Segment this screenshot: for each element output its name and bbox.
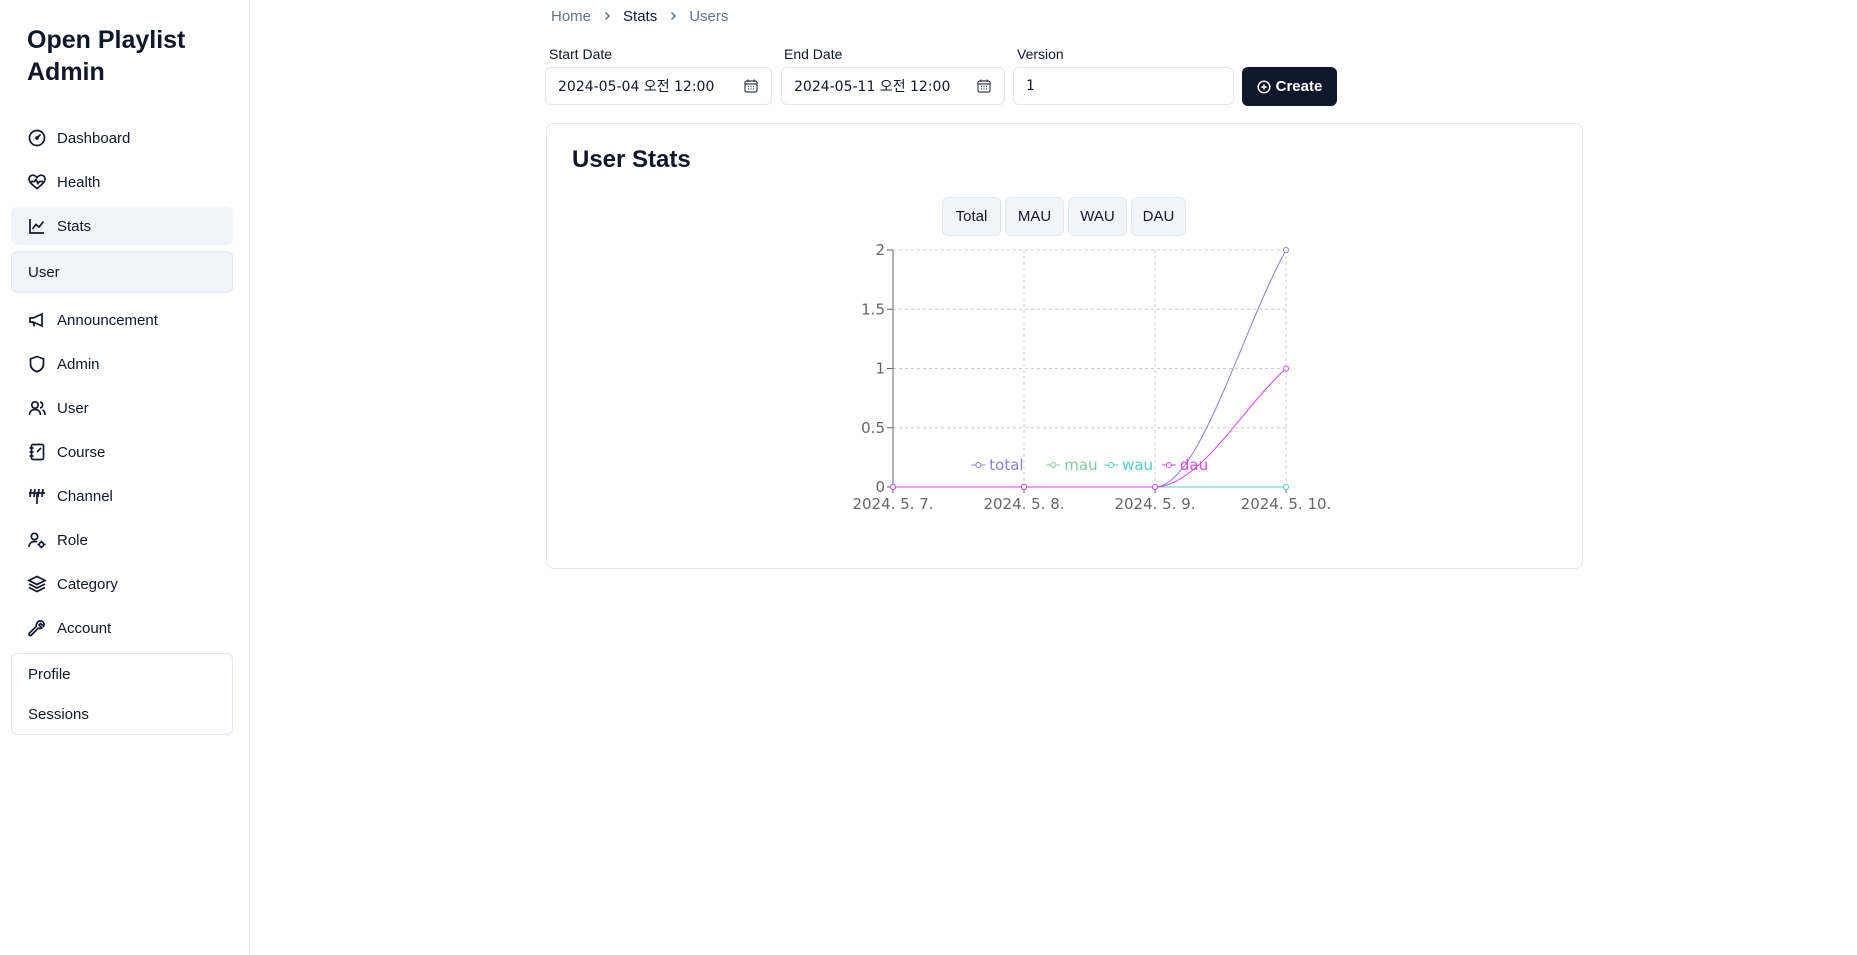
data-point-dau [1021, 484, 1027, 490]
legend-marker-wau [1108, 462, 1115, 468]
sidebar: Open Playlist Admin Dashboard Health Sta… [0, 0, 250, 955]
end-date-value: 2024-05-11 오전 12:00 [794, 79, 951, 95]
legend-marker-total [975, 462, 982, 468]
create-button-label: Create [1275, 78, 1323, 95]
chevron-right-icon [667, 10, 679, 22]
sidebar-item-admin[interactable]: Admin [11, 345, 233, 383]
data-point-dau [1152, 484, 1158, 490]
create-button[interactable]: Create [1242, 67, 1337, 106]
sidebar-item-label: Health [57, 173, 101, 191]
user-stats-chart: 0 0.5 1 1.5 2 2024. 5. 7. 2024. 5. 8. 2024. 5. … [852, 241, 1332, 513]
breadcrumb: Home Stats Users [551, 6, 728, 26]
stats-submenu: User [11, 251, 233, 293]
data-point-dau [1283, 365, 1289, 372]
breadcrumb-users: Users [689, 7, 729, 25]
sidebar-item-stats[interactable]: Stats [11, 207, 233, 245]
submenu-item-profile[interactable]: Profile [12, 654, 232, 694]
data-point-wau [1283, 484, 1289, 490]
version-input[interactable]: 1 [1013, 67, 1234, 105]
antenna-icon [27, 486, 47, 506]
notebook-icon [27, 442, 47, 462]
users-icon [27, 398, 47, 418]
y-tick-label: 2 [875, 241, 885, 259]
account-submenu: Profile Sessions [11, 653, 233, 735]
series-line-total [892, 249, 1287, 488]
heart-pulse-icon [27, 172, 47, 192]
sidebar-item-role[interactable]: Role [11, 521, 233, 559]
legend-marker-dau [1165, 462, 1172, 468]
start-date-label: Start Date [549, 46, 613, 62]
sidebar-item-dashboard[interactable]: Dashboard [11, 119, 233, 157]
sidebar-item-label: Category [57, 575, 118, 593]
legend-label-dau: dau [1180, 456, 1208, 474]
breadcrumb-stats[interactable]: Stats [623, 8, 657, 25]
end-date-field[interactable]: 2024-05-11 오전 12:00 [781, 67, 1005, 105]
user-stats-card: User Stats Total MAU WAU DAU 0 0.5 1 1.5 2 20… [546, 123, 1583, 569]
sidebar-item-label: Channel [57, 487, 113, 505]
start-date-field[interactable]: 2024-05-04 오전 12:00 [545, 67, 772, 105]
app-title: Open Playlist Admin [27, 26, 186, 86]
sidebar-item-label: Admin [57, 355, 100, 373]
sidebar-item-label: Account [57, 619, 112, 637]
data-point-total [1283, 247, 1289, 253]
version-value: 1 [1026, 78, 1035, 94]
y-tick-label: 0 [875, 478, 885, 496]
x-tick-label: 2024. 5. 9. [1114, 495, 1195, 513]
legend-label-mau: mau [1064, 456, 1097, 474]
sidebar-item-user[interactable]: User [11, 389, 233, 427]
sidebar-item-label: Dashboard [57, 129, 131, 147]
submenu-item-sessions[interactable]: Sessions [12, 694, 232, 734]
calendar-icon[interactable] [976, 78, 992, 94]
sidebar-item-account[interactable]: Account [11, 609, 233, 647]
sidebar-item-label: Announcement [57, 311, 158, 329]
sidebar-item-label: User [57, 399, 89, 417]
legend-marker-mau [1050, 462, 1057, 468]
start-date-value: 2024-05-04 오전 12:00 [558, 79, 715, 95]
sidebar-item-course[interactable]: Course [11, 433, 233, 471]
x-tick-label: 2024. 5. 8. [983, 495, 1064, 513]
y-tick-label: 1.5 [861, 300, 885, 318]
plus-circle-icon [1257, 79, 1271, 94]
sidebar-item-health[interactable]: Health [11, 163, 233, 201]
submenu-item-user[interactable]: User [12, 252, 232, 292]
legend-label-total: total [989, 456, 1023, 474]
sidebar-item-announcement[interactable]: Announcement [11, 301, 233, 339]
wrench-icon [27, 618, 47, 638]
user-cog-icon [27, 530, 47, 550]
sidebar-item-category[interactable]: Category [11, 565, 233, 603]
version-label: Version [1017, 46, 1064, 62]
chevron-right-icon [601, 10, 613, 22]
legend-label-wau: wau [1122, 456, 1153, 474]
y-tick-label: 0.5 [861, 419, 885, 437]
calendar-icon[interactable] [743, 78, 759, 94]
sidebar-item-label: Role [57, 531, 88, 549]
layers-icon [27, 574, 47, 594]
sidebar-item-label: Course [57, 443, 106, 461]
breadcrumb-home[interactable]: Home [551, 8, 591, 25]
x-tick-label: 2024. 5. 7. [852, 495, 933, 513]
dashboard-gauge-icon [27, 128, 47, 148]
sidebar-item-label: Stats [57, 217, 92, 235]
shield-icon [27, 354, 47, 374]
end-date-label: End Date [784, 46, 843, 62]
x-tick-label: 2024. 5. 10. [1241, 495, 1332, 513]
megaphone-icon [27, 310, 47, 330]
data-point-dau [890, 484, 896, 490]
y-tick-label: 1 [875, 360, 885, 378]
line-chart-icon [27, 216, 47, 236]
sidebar-item-channel[interactable]: Channel [11, 477, 233, 515]
